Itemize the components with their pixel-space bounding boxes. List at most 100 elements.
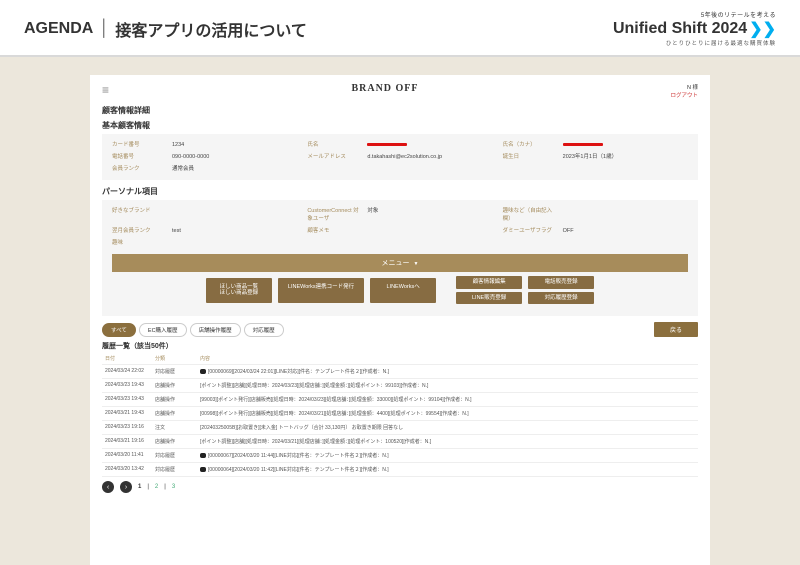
row-date: 2024/03/20 13:42 — [102, 463, 152, 477]
tel-register-button[interactable]: 電話販売登録 — [528, 276, 594, 289]
lineworks-go-button[interactable]: LINEWorksへ — [370, 278, 436, 303]
agenda-label: AGENDA — [24, 20, 93, 38]
history-table: 日付 分類 内容 2024/03/24 22:02対応履歴[00000069][… — [102, 353, 698, 477]
card-no-value: 1234 — [172, 142, 184, 148]
row-date: 2024/03/23 19:43 — [102, 393, 152, 407]
pager-next-icon[interactable]: › — [120, 481, 132, 493]
rank-value: 通常会員 — [172, 164, 194, 172]
logo-subtitle: ひとりひとりに届ける最適な購買体験 — [613, 39, 776, 47]
action-button-row: ほしい商品一覧 ほしい商品登録 LINEWorks連携コード発行 LINEWor… — [112, 276, 688, 304]
row-category: 対応履歴 — [152, 365, 197, 379]
row-date: 2024/03/23 19:16 — [102, 421, 152, 435]
pager-page-3[interactable]: 3 — [172, 484, 175, 490]
row-content: [00998][ポイント発行][店舗販売][処理日時：2024/03/21][処… — [197, 407, 698, 421]
table-row[interactable]: 2024/03/23 19:43店舗操作[99003][ポイント発行][店舗販売… — [102, 393, 698, 407]
row-content: [00000069][2024/03/24 22:01][LINE対応][件名：… — [197, 365, 698, 379]
agenda-block: AGENDA │ 接客アプリの活用について — [24, 17, 307, 41]
chat-icon — [200, 467, 206, 472]
tab-all[interactable]: すべて — [102, 323, 136, 337]
pager: ‹ › 1 | 2 | 3 — [102, 481, 698, 493]
pager-prev-icon[interactable]: ‹ — [102, 481, 114, 493]
row-content: [00000064][2024/03/20 11:42][LINE対応][件名：… — [197, 463, 698, 477]
personal-info-block: 好きなブランド CustomerConnect 対象ユーザ対象 趣味など（自由記… — [102, 200, 698, 316]
phone-label: 電話番号 — [112, 152, 164, 160]
rank2-label: 翌月会員ランク — [112, 226, 164, 234]
tab-store[interactable]: 店舗操作履歴 — [190, 323, 241, 337]
table-row[interactable]: 2024/03/23 19:16注文[20240325005B][お取置き][未… — [102, 421, 698, 435]
row-content: [ポイント調整][店舗][処理日時：2024/03/21][処理店舗：][処理金… — [197, 435, 698, 449]
agenda-separator: │ — [99, 20, 109, 38]
back-button[interactable]: 戻る — [654, 322, 698, 337]
screenshot-stage: ≡ BRAND OFF N 様 ログアウト 顧客情報詳細 基本顧客情報 カード番… — [0, 57, 800, 565]
pager-page-2[interactable]: 2 — [155, 484, 158, 490]
lineworks-code-button[interactable]: LINEWorks連携コード発行 — [278, 278, 364, 303]
line-register-button[interactable]: LINE販売登録 — [456, 292, 522, 305]
wishlist-button[interactable]: ほしい商品一覧 ほしい商品登録 — [206, 278, 272, 303]
row-content: [99003][ポイント発行][店舗販売][処理日時：2024/03/23][処… — [197, 393, 698, 407]
chat-icon — [200, 453, 206, 458]
row-category: 対応履歴 — [152, 463, 197, 477]
row-category: 店舗操作 — [152, 407, 197, 421]
table-row[interactable]: 2024/03/20 13:42対応履歴[00000064][2024/03/2… — [102, 463, 698, 477]
mail-value: d.takahashi@ec2solution.co.jp — [367, 154, 442, 160]
kana-value-redacted — [563, 143, 603, 146]
dummy-label: ダミーユーザフラグ — [503, 226, 555, 234]
hobby2-label: 趣味 — [112, 238, 164, 246]
cc-value: 対象 — [367, 206, 378, 214]
logo-main: Unified Shift 2024 ❯❯ — [613, 19, 776, 39]
rank-label: 会員ランク — [112, 164, 164, 172]
hobby-note-label: 趣味など（自由記入欄） — [503, 206, 555, 222]
table-row[interactable]: 2024/03/21 19:43店舗操作[00998][ポイント発行][店舗販売… — [102, 407, 698, 421]
name-value-redacted — [367, 143, 407, 146]
col-content: 内容 — [197, 353, 698, 365]
table-row[interactable]: 2024/03/24 22:02対応履歴[00000069][2024/03/2… — [102, 365, 698, 379]
row-date: 2024/03/20 11:41 — [102, 449, 152, 463]
table-row[interactable]: 2024/03/20 11:41対応履歴[00000067][2024/03/2… — [102, 449, 698, 463]
user-box: N 様 ログアウト — [648, 83, 698, 99]
edit-customer-button[interactable]: 顧客情報編集 — [456, 276, 522, 289]
row-content: [20240325005B][お取置き][未入金] トートバッグ（合計 33,1… — [197, 421, 698, 435]
cc-label: CustomerConnect 対象ユーザ — [307, 206, 359, 222]
kana-label: 氏名（カナ） — [503, 140, 555, 148]
row-category: 注文 — [152, 421, 197, 435]
app-title: BRAND OFF — [122, 83, 648, 94]
row-content: [00000067][2024/03/20 11:44][LINE対応][件名：… — [197, 449, 698, 463]
card-no-label: カード番号 — [112, 140, 164, 148]
logo-supertitle: 5年後のリテールを考える — [613, 10, 776, 19]
slide-header: AGENDA │ 接客アプリの活用について 5年後のリテールを考える Unifi… — [0, 0, 800, 57]
logout-link[interactable]: ログアウト — [648, 91, 698, 99]
visit-register-button[interactable]: 対応履歴登録 — [528, 292, 594, 305]
table-row[interactable]: 2024/03/21 19:16店舗操作[ポイント調整][店舗][処理日時：20… — [102, 435, 698, 449]
section-detail-title: 顧客情報詳細 — [102, 105, 698, 116]
section-personal-title: パーソナル項目 — [102, 186, 698, 197]
section-basic-title: 基本顧客情報 — [102, 120, 698, 131]
pager-current: 1 — [138, 484, 141, 490]
history-tabs: すべて EC購入履歴 店舗操作履歴 対応履歴 戻る — [102, 322, 698, 337]
agenda-title: 接客アプリの活用について — [115, 17, 307, 41]
tab-support[interactable]: 対応履歴 — [244, 323, 284, 337]
dummy-value: OFF — [563, 228, 574, 234]
table-row[interactable]: 2024/03/23 19:43店舗操作[ポイント調整][店舗][処理日時：20… — [102, 379, 698, 393]
row-date: 2024/03/24 22:02 — [102, 365, 152, 379]
row-date: 2024/03/21 19:16 — [102, 435, 152, 449]
logo-arrow-icon: ❯❯ — [749, 19, 776, 39]
brand-label: 好きなブランド — [112, 206, 164, 214]
birth-value: 2023年1月1日（1歳） — [563, 152, 617, 160]
row-content: [ポイント調整][店舗][処理日時：2024/03/23][処理店舗：][処理金… — [197, 379, 698, 393]
menu-dropdown[interactable]: メニュー — [112, 254, 688, 272]
row-date: 2024/03/21 19:43 — [102, 407, 152, 421]
user-name: N 様 — [648, 83, 698, 91]
row-category: 店舗操作 — [152, 393, 197, 407]
tab-ec[interactable]: EC購入履歴 — [139, 323, 187, 337]
row-category: 店舗操作 — [152, 435, 197, 449]
birth-label: 誕生日 — [503, 152, 555, 160]
history-list-title: 履歴一覧（該当50件） — [102, 341, 698, 351]
phone-value: 090-0000-0000 — [172, 154, 209, 160]
name-label: 氏名 — [307, 140, 359, 148]
col-category: 分類 — [152, 353, 197, 365]
mail-label: メールアドレス — [307, 152, 359, 160]
slide-logo: 5年後のリテールを考える Unified Shift 2024 ❯❯ ひとりひと… — [613, 10, 776, 47]
hamburger-menu-icon[interactable]: ≡ — [102, 83, 122, 97]
basic-info-block: カード番号 1234 氏名 氏名（カナ） 電話番号 090-0000-0000 メー… — [102, 134, 698, 180]
crm-app-window: ≡ BRAND OFF N 様 ログアウト 顧客情報詳細 基本顧客情報 カード番… — [90, 75, 710, 565]
